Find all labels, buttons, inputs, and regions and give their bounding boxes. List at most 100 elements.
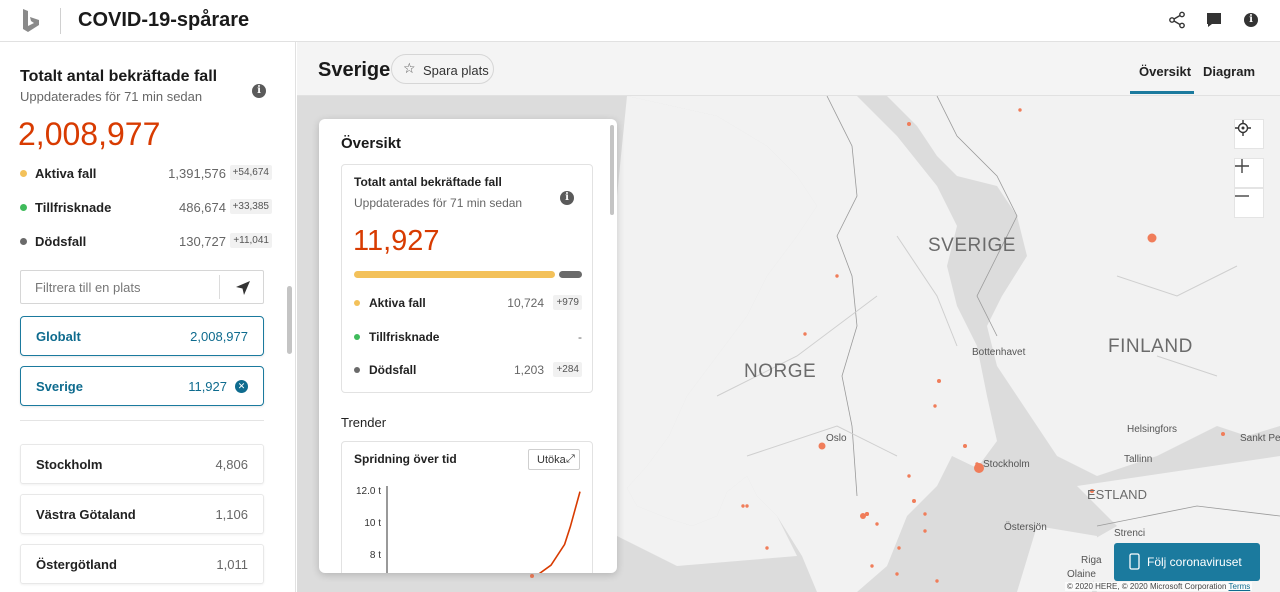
location-globalt[interactable]: Globalt 2,008,977 bbox=[20, 316, 264, 356]
zoom-in-button[interactable] bbox=[1234, 158, 1264, 188]
stat-row-active: Aktiva fall 1,391,576 +54,674 bbox=[20, 164, 272, 184]
chart-tick-label: 12.0 t bbox=[356, 486, 381, 497]
active-share-bar bbox=[354, 271, 555, 278]
location-value: 11,927 bbox=[188, 379, 227, 394]
locate-me-icon[interactable] bbox=[233, 278, 253, 298]
spread-chart: Spridning över tid Utöka ⤢ 12.0 t 10 t8 t… bbox=[341, 441, 593, 573]
stat-value: 10,724 bbox=[507, 296, 544, 310]
star-icon: ☆ bbox=[403, 60, 416, 76]
stat-label: Dödsfall bbox=[369, 363, 417, 377]
map-label-ostersjon: Östersjön bbox=[1004, 522, 1047, 533]
global-updated: Uppdaterades för 71 min sedan bbox=[20, 89, 203, 104]
stat-value: 130,727 bbox=[179, 234, 226, 249]
header-divider bbox=[60, 8, 61, 34]
chart-tick-label: 8 t bbox=[370, 550, 381, 561]
stat-label: Dödsfall bbox=[35, 234, 87, 249]
active-dot-icon bbox=[20, 170, 27, 177]
copyright-text: © 2020 HERE, © 2020 Microsoft Corporatio… bbox=[1067, 582, 1227, 591]
info-icon[interactable]: i bbox=[560, 191, 574, 205]
map-label-sankt-pe: Sankt Pe bbox=[1240, 433, 1280, 444]
stat-row-recovered: Tillfrisknade 486,674 +33,385 bbox=[20, 198, 272, 218]
stat-delta: +33,385 bbox=[229, 199, 272, 214]
tab-oversikt[interactable]: Översikt bbox=[1139, 64, 1191, 79]
bing-logo-icon[interactable] bbox=[20, 8, 42, 34]
stat-label: Tillfrisknade bbox=[35, 200, 112, 215]
map[interactable]: SVERIGE NORGE FINLAND Bottenhavet Oslo S… bbox=[297, 96, 1280, 592]
map-label-riga: Riga bbox=[1081, 555, 1102, 566]
map-label-helsingfors: Helsingfors bbox=[1127, 424, 1178, 435]
filter-box bbox=[20, 270, 264, 304]
region-name: Stockholm bbox=[36, 457, 103, 472]
overview-title: Översikt bbox=[341, 135, 402, 152]
map-label-norge: NORGE bbox=[744, 361, 817, 382]
country-title: Sverige bbox=[318, 59, 391, 81]
terms-link[interactable]: Terms bbox=[1229, 582, 1251, 591]
region-name: Östergötland bbox=[36, 557, 117, 572]
global-total: 2,008,977 bbox=[18, 116, 161, 152]
confirmed-cases-box: Totalt antal bekräftade fall Uppdaterade… bbox=[341, 164, 593, 393]
stat-delta: +11,041 bbox=[230, 233, 272, 248]
minus-icon bbox=[1235, 195, 1249, 197]
map-label-strenci: Strenci bbox=[1114, 528, 1146, 539]
stat-delta: +54,674 bbox=[229, 165, 272, 180]
trends-title: Trender bbox=[341, 415, 387, 430]
map-label-oslo: Oslo bbox=[826, 433, 847, 444]
info-icon[interactable]: i bbox=[1241, 10, 1261, 30]
stat-row-deaths: Dödsfall 130,727 +11,041 bbox=[20, 232, 272, 252]
stat-row-recovered: Tillfrisknade - bbox=[354, 329, 582, 347]
confirmed-updated: Uppdaterades för 71 min sedan bbox=[354, 196, 523, 210]
info-icon[interactable]: i bbox=[252, 84, 266, 98]
location-sverige[interactable]: Sverige 11,927 ✕ bbox=[20, 366, 264, 406]
map-label-finland: FINLAND bbox=[1108, 336, 1193, 357]
follow-label: Följ coronaviruset bbox=[1147, 555, 1242, 569]
map-label-tallinn: Tallinn bbox=[1124, 454, 1153, 465]
map-label-olaine: Olaine bbox=[1067, 569, 1096, 580]
stat-row-active: Aktiva fall 10,724 +979 bbox=[354, 295, 582, 313]
app-title: COVID-19-spårare bbox=[78, 9, 250, 31]
locate-me-button[interactable] bbox=[1234, 119, 1264, 149]
feedback-icon[interactable] bbox=[1204, 10, 1224, 30]
left-panel: Totalt antal bekräftade fall Uppdaterade… bbox=[0, 42, 296, 592]
map-copyright: © 2020 HERE, © 2020 Microsoft Corporatio… bbox=[1065, 582, 1253, 591]
location-name: Sverige bbox=[36, 379, 83, 394]
recovered-dot-icon bbox=[354, 334, 360, 340]
region-value: 1,106 bbox=[215, 507, 248, 522]
tab-diagram[interactable]: Diagram bbox=[1203, 64, 1255, 79]
plus-icon bbox=[1235, 159, 1249, 173]
map-label-stockholm: Stockholm bbox=[983, 459, 1030, 470]
region-item-stockholm[interactable]: Stockholm 4,806 bbox=[20, 444, 264, 484]
save-location-button[interactable]: ☆ Spara plats bbox=[391, 54, 494, 84]
chart-series-line bbox=[538, 491, 581, 573]
location-filter-input[interactable] bbox=[21, 271, 219, 303]
deaths-dot-icon bbox=[354, 367, 360, 373]
deaths-dot-icon bbox=[20, 238, 27, 245]
chart-tick-label: 10 t bbox=[364, 518, 381, 529]
confirmed-title: Totalt antal bekräftade fall bbox=[354, 175, 502, 189]
phone-icon bbox=[1129, 553, 1140, 570]
region-name: Västra Götaland bbox=[36, 507, 136, 522]
save-location-label: Spara plats bbox=[423, 63, 489, 78]
region-item-ostergotland[interactable]: Östergötland 1,011 bbox=[20, 544, 264, 584]
recovered-dot-icon bbox=[20, 204, 27, 211]
follow-coronavirus-button[interactable]: Följ coronaviruset bbox=[1114, 543, 1260, 581]
stat-value: - bbox=[578, 330, 582, 344]
stat-delta: +979 bbox=[553, 295, 582, 310]
top-bar: COVID-19-spårare i bbox=[0, 0, 1280, 42]
active-tab-indicator bbox=[1130, 91, 1194, 94]
global-title: Totalt antal bekräftade fall bbox=[20, 68, 218, 85]
location-value: 2,008,977 bbox=[190, 329, 248, 344]
map-label-bottenhavet: Bottenhavet bbox=[972, 347, 1026, 358]
location-header: Sverige ☆ Spara plats Översikt Diagram bbox=[297, 42, 1280, 96]
crosshair-icon bbox=[1235, 120, 1251, 136]
overview-card: Översikt Totalt antal bekräftade fall Up… bbox=[319, 119, 617, 573]
stat-value: 1,391,576 bbox=[168, 166, 226, 181]
zoom-out-button[interactable] bbox=[1234, 188, 1264, 218]
share-icon[interactable] bbox=[1167, 10, 1187, 30]
clear-location-icon[interactable]: ✕ bbox=[235, 380, 248, 393]
stat-label: Aktiva fall bbox=[369, 296, 426, 310]
left-panel-scrollbar[interactable] bbox=[287, 286, 292, 354]
card-scrollbar[interactable] bbox=[610, 125, 614, 215]
stat-row-deaths: Dödsfall 1,203 +284 bbox=[354, 362, 582, 380]
region-item-vastra-gotaland[interactable]: Västra Götaland 1,106 bbox=[20, 494, 264, 534]
active-dot-icon bbox=[354, 300, 360, 306]
